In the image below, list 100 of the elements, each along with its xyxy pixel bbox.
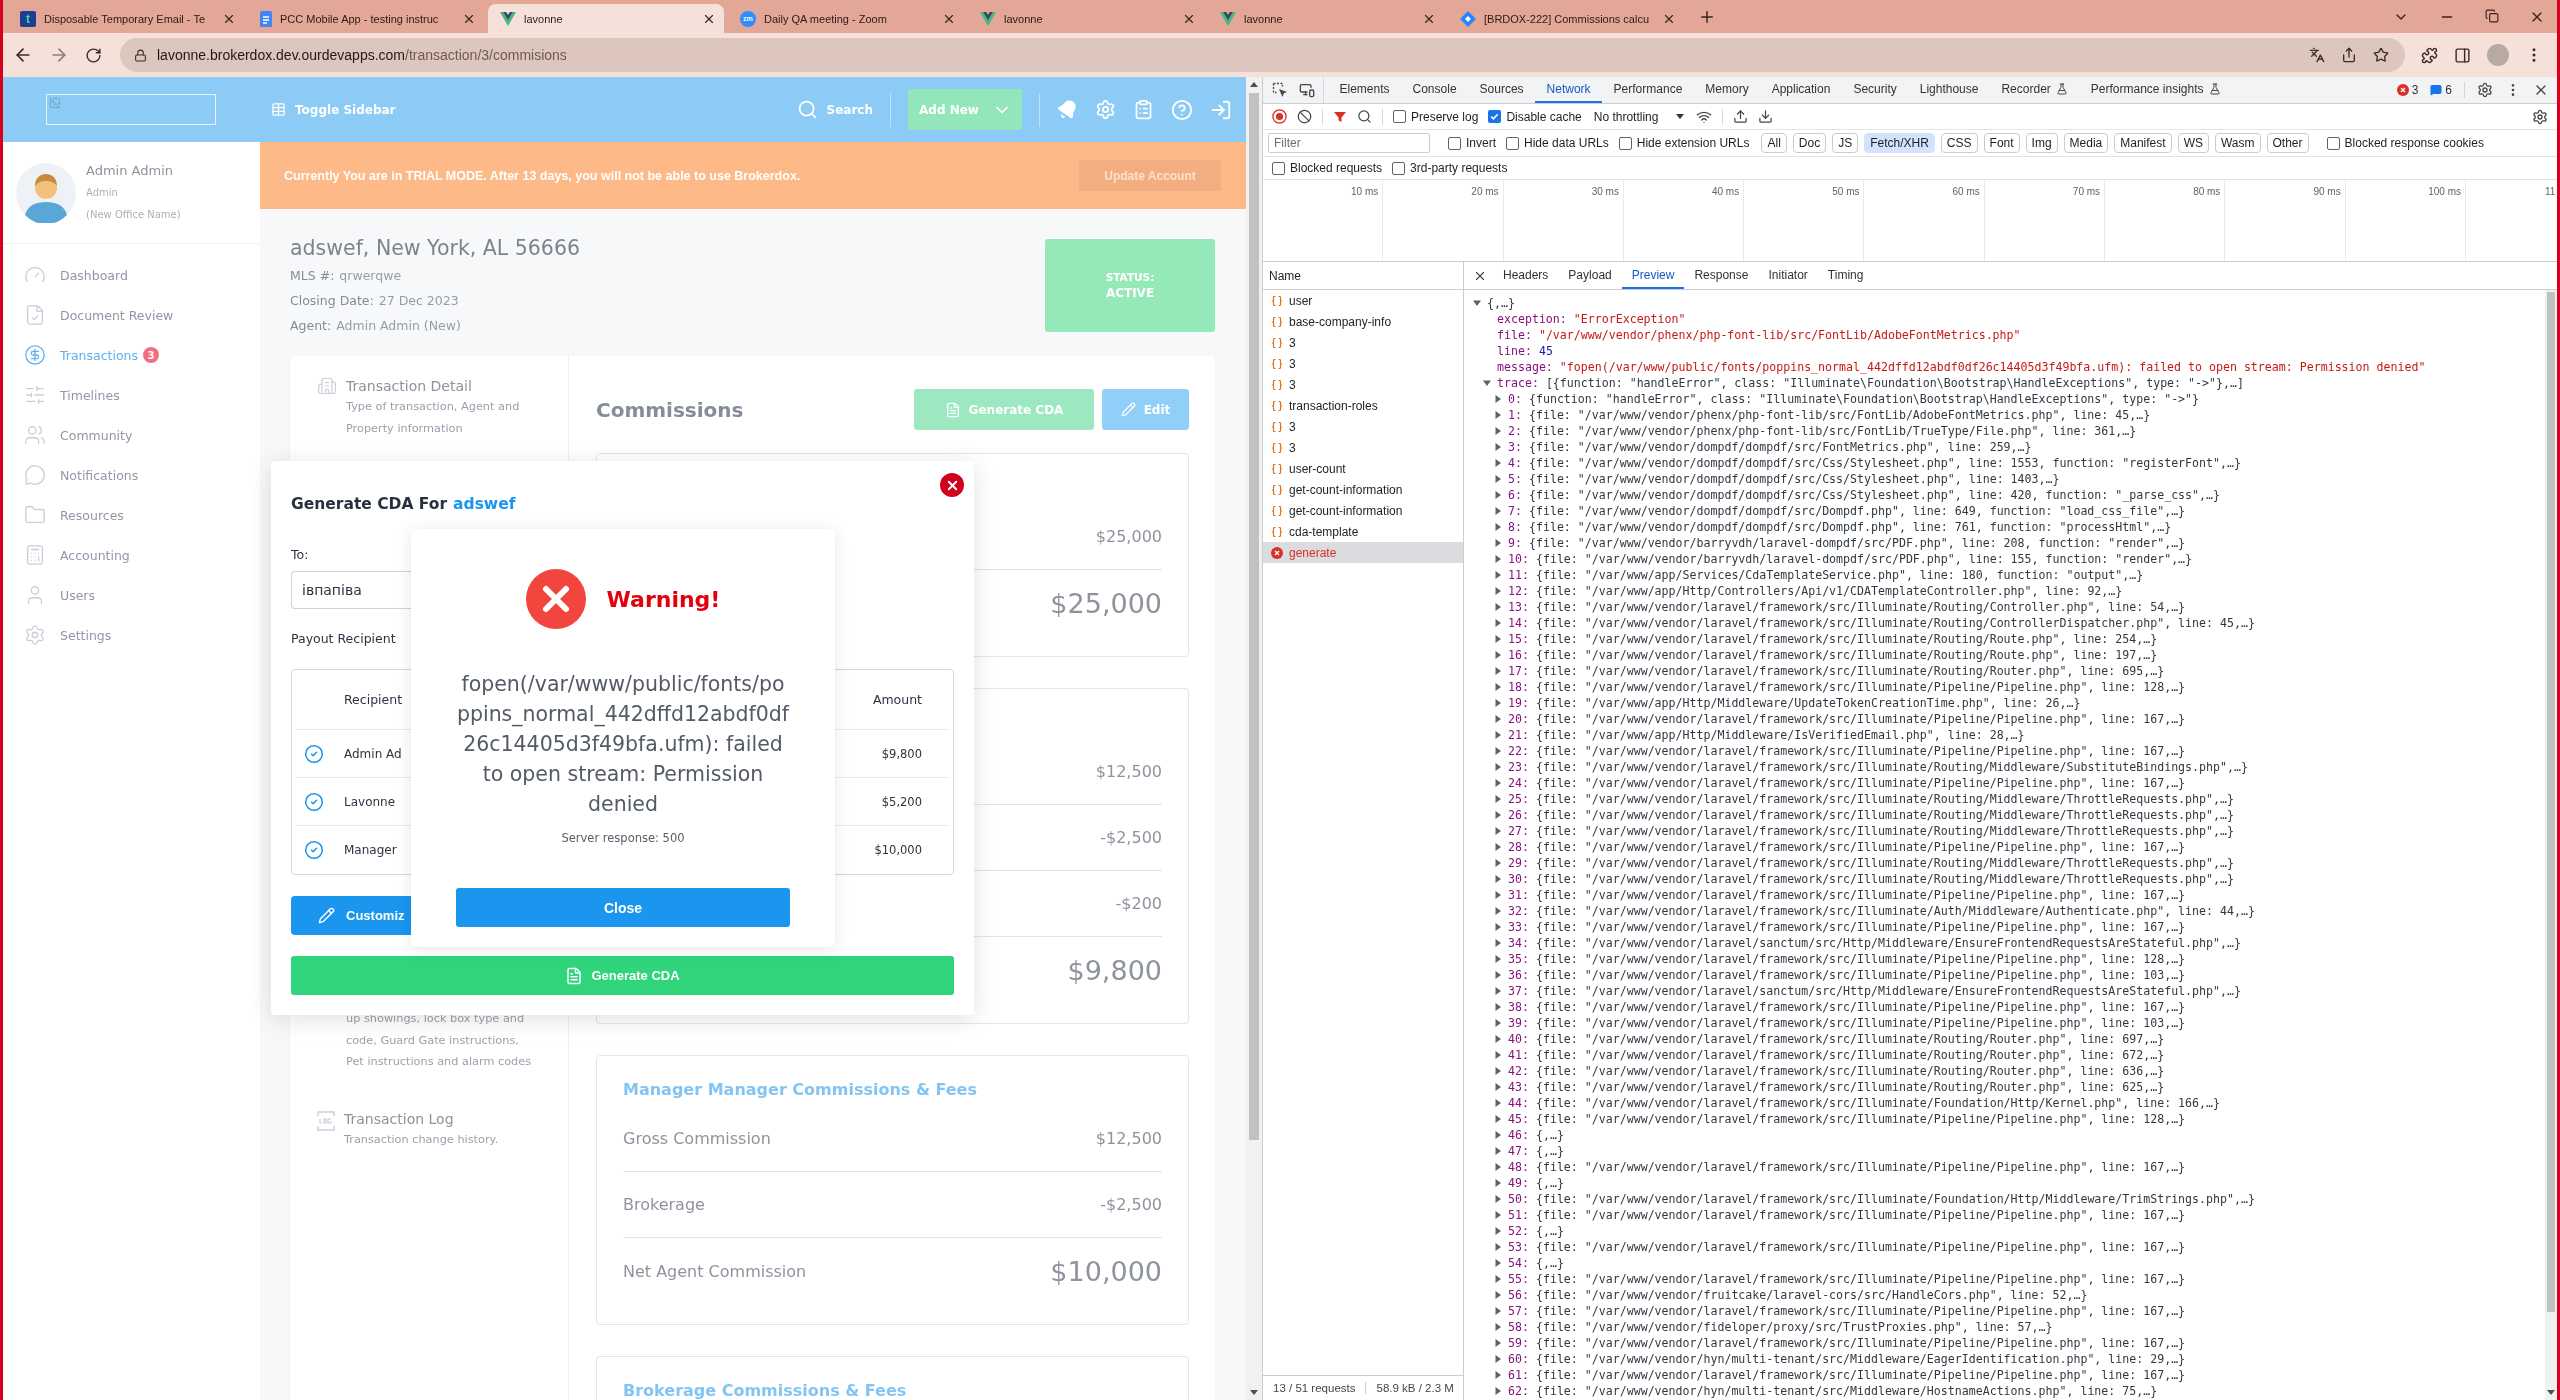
caret-right-icon[interactable] xyxy=(1494,395,1502,403)
devtools-tab[interactable]: Elements xyxy=(1328,77,1402,103)
caret-right-icon[interactable] xyxy=(1494,1003,1502,1011)
caret-right-icon[interactable] xyxy=(1494,555,1502,563)
checkbox-label[interactable]: Hide data URLs xyxy=(1524,136,1609,150)
caret-right-icon[interactable] xyxy=(1494,603,1502,611)
checkbox[interactable] xyxy=(2326,136,2340,150)
checkbox[interactable] xyxy=(1393,110,1406,123)
caret-right-icon[interactable] xyxy=(1494,1291,1502,1299)
detail-tab[interactable]: Payload xyxy=(1558,262,1622,289)
request-row[interactable]: 3 xyxy=(1263,416,1463,437)
clipboard-icon[interactable] xyxy=(1133,99,1154,120)
devtools-tab[interactable]: Performance insights xyxy=(2079,77,2233,103)
caret-right-icon[interactable] xyxy=(1494,443,1502,451)
caret-right-icon[interactable] xyxy=(1494,715,1502,723)
caret-right-icon[interactable] xyxy=(1494,411,1502,419)
caret-right-icon[interactable] xyxy=(1494,1211,1502,1219)
share-icon[interactable] xyxy=(2341,47,2357,63)
browser-tab[interactable]: t Disposable Temporary Email - Te xyxy=(8,4,244,33)
caret-right-icon[interactable] xyxy=(1494,843,1502,851)
request-row[interactable]: user xyxy=(1263,290,1463,311)
type-filter-chip[interactable]: Manifest xyxy=(2114,133,2172,153)
checkbox[interactable] xyxy=(1448,136,1461,150)
inspect-icon[interactable] xyxy=(1272,82,1288,98)
reload-icon[interactable] xyxy=(85,46,102,64)
close-button[interactable] xyxy=(940,473,964,497)
request-row[interactable]: transaction-roles xyxy=(1263,395,1463,416)
download-icon[interactable] xyxy=(1758,109,1774,124)
request-row[interactable]: 3 xyxy=(1263,374,1463,395)
request-row[interactable]: generate xyxy=(1263,542,1463,563)
caret-right-icon[interactable] xyxy=(1494,619,1502,627)
caret-right-icon[interactable] xyxy=(1494,1307,1502,1315)
message-count-button[interactable]: 6 xyxy=(2430,83,2452,97)
type-filter-chip[interactable]: JS xyxy=(1832,133,1859,153)
caret-right-icon[interactable] xyxy=(1494,1019,1502,1027)
caret-right-icon[interactable] xyxy=(1494,1275,1502,1283)
caret-right-icon[interactable] xyxy=(1494,731,1502,739)
browser-tab[interactable]: lavonne xyxy=(488,4,724,33)
checkbox-label[interactable]: Blocked response cookies xyxy=(2344,136,2484,150)
devtools-tab[interactable]: Performance xyxy=(1602,77,1694,103)
caret-right-icon[interactable] xyxy=(1494,1355,1502,1363)
caret-right-icon[interactable] xyxy=(1494,1323,1502,1331)
devtools-tab[interactable]: Application xyxy=(1760,77,1842,103)
caret-down-icon[interactable] xyxy=(1473,299,1481,307)
side-panel-icon[interactable] xyxy=(2454,46,2471,64)
caret-right-icon[interactable] xyxy=(1494,891,1502,899)
caret-right-icon[interactable] xyxy=(1494,683,1502,691)
detail-tab[interactable]: Headers xyxy=(1493,262,1559,289)
record-icon[interactable] xyxy=(1272,109,1287,124)
type-filter-chip[interactable]: Fetch/XHR xyxy=(1864,133,1935,153)
type-filter-chip[interactable]: Font xyxy=(1983,133,2020,153)
caret-right-icon[interactable] xyxy=(1494,667,1502,675)
devtools-tab[interactable]: Sources xyxy=(1468,77,1536,103)
caret-right-icon[interactable] xyxy=(1494,699,1502,707)
scroll-up-arrow-icon[interactable] xyxy=(1250,82,1258,87)
caret-right-icon[interactable] xyxy=(1494,1387,1502,1395)
caret-right-icon[interactable] xyxy=(1494,1339,1502,1347)
checkbox-label[interactable]: 3rd-party requests xyxy=(1410,161,1508,175)
puzzle-icon[interactable] xyxy=(2421,46,2438,64)
checkbox[interactable] xyxy=(1506,136,1519,150)
browser-tab[interactable]: PCC Mobile App - testing instruc xyxy=(248,4,484,33)
caret-right-icon[interactable] xyxy=(1494,1163,1502,1171)
type-filter-chip[interactable]: Other xyxy=(2266,133,2309,153)
browser-tab[interactable]: [BRDOX-222] Commissions calcu xyxy=(1448,4,1684,33)
scrollbar-thumb[interactable] xyxy=(1249,93,1259,1140)
filter-icon[interactable] xyxy=(1333,109,1347,124)
address-field[interactable]: lavonne.brokerdox.dev.ourdevapps.com/transaction/3/commisions xyxy=(120,38,2405,72)
to-input-field[interactable]: івпапіва xyxy=(291,571,411,609)
devtools-tab[interactable]: Network xyxy=(1535,77,1603,103)
throttling-dropdown[interactable]: No throttling xyxy=(1591,109,1687,124)
caret-right-icon[interactable] xyxy=(1494,1051,1502,1059)
star-icon[interactable] xyxy=(2373,47,2389,63)
translate-icon[interactable] xyxy=(2309,47,2325,63)
request-row[interactable]: get-count-information xyxy=(1263,479,1463,500)
devtools-tab[interactable]: Lighthouse xyxy=(1908,77,1990,103)
checkbox-label[interactable]: Disable cache xyxy=(1506,109,1582,124)
caret-right-icon[interactable] xyxy=(1494,987,1502,995)
caret-right-icon[interactable] xyxy=(1494,523,1502,531)
caret-down-icon[interactable] xyxy=(1483,379,1491,387)
detail-tab[interactable]: Response xyxy=(1684,262,1759,289)
caret-right-icon[interactable] xyxy=(1494,587,1502,595)
scrollbar-thumb[interactable] xyxy=(2547,292,2555,1312)
checkbox[interactable] xyxy=(1618,136,1632,150)
request-row[interactable]: get-count-information xyxy=(1263,500,1463,521)
check-circle-icon[interactable] xyxy=(304,791,324,812)
devtools-tab[interactable]: Recorder xyxy=(1989,77,2080,103)
caret-right-icon[interactable] xyxy=(1494,1195,1502,1203)
caret-right-icon[interactable] xyxy=(1494,1371,1502,1379)
detail-tab[interactable]: Preview xyxy=(1621,262,1685,289)
scroll-down-arrow-icon[interactable] xyxy=(1250,1390,1258,1395)
caret-right-icon[interactable] xyxy=(1494,1259,1502,1267)
devices-icon[interactable] xyxy=(1299,82,1315,98)
type-filter-chip[interactable]: All xyxy=(1761,133,1787,153)
checkbox[interactable] xyxy=(1392,161,1406,175)
caret-right-icon[interactable] xyxy=(1494,1243,1502,1251)
check-circle-icon[interactable] xyxy=(304,840,324,860)
caret-right-icon[interactable] xyxy=(1494,1227,1502,1235)
checkbox-label[interactable]: Preserve log xyxy=(1411,109,1479,124)
caret-right-icon[interactable] xyxy=(1494,475,1502,483)
caret-right-icon[interactable] xyxy=(1494,907,1502,915)
